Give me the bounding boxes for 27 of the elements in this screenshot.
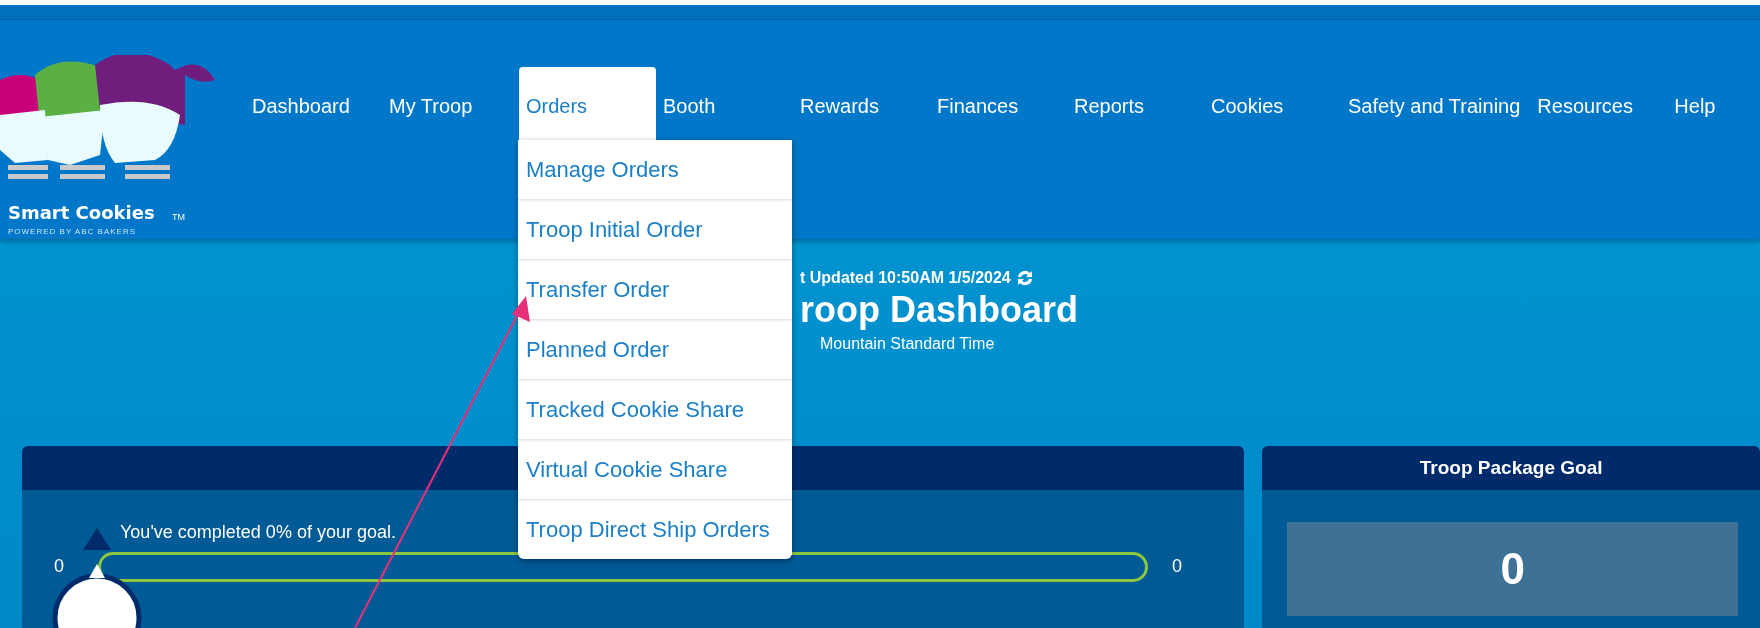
nav-tab[interactable]: Resources — [1530, 67, 1668, 141]
trademark-mark: TM — [172, 212, 185, 222]
card-title: Troop Package Goal — [1262, 446, 1760, 490]
logo-wordmark: Smart Cookies — [8, 202, 155, 223]
nav-tab[interactable]: My Troop — [382, 67, 519, 141]
nav-tab[interactable]: Safety and Training — [1341, 67, 1531, 141]
progress-min-label: 0 — [54, 556, 64, 577]
menu-item[interactable]: Troop Direct Ship Orders — [518, 500, 792, 559]
menu-item[interactable]: Tracked Cookie Share — [518, 380, 792, 440]
progress-message: You've completed 0% of your goal. — [120, 522, 396, 543]
menu-item[interactable]: Planned Order — [518, 320, 792, 380]
last-updated-text: t Updated 10:50AM 1/5/2024 — [800, 269, 1011, 287]
nav-tab[interactable]: Booth — [656, 67, 793, 141]
menu-item[interactable]: Troop Initial Order — [518, 200, 792, 260]
nav-tab[interactable]: Rewards — [793, 67, 930, 141]
progress-max-label: 0 — [1172, 556, 1182, 577]
nav-tab[interactable]: Dashboard — [245, 67, 382, 141]
logo-tagline: POWERED BY ABC BAKERS — [8, 227, 136, 236]
goal-value: 0 — [1287, 522, 1738, 616]
nav-tab[interactable]: Help — [1667, 67, 1760, 141]
nav-tab[interactable]: Orders — [519, 67, 656, 141]
menu-item[interactable]: Manage Orders — [518, 140, 792, 200]
nav-tab[interactable]: Reports — [1067, 67, 1204, 141]
nav-tab[interactable]: Finances — [930, 67, 1067, 141]
nav-tab[interactable]: Cookies — [1204, 67, 1341, 141]
page-title: roop Dashboard — [800, 289, 1079, 331]
timezone-text: Mountain Standard Time — [820, 335, 996, 353]
